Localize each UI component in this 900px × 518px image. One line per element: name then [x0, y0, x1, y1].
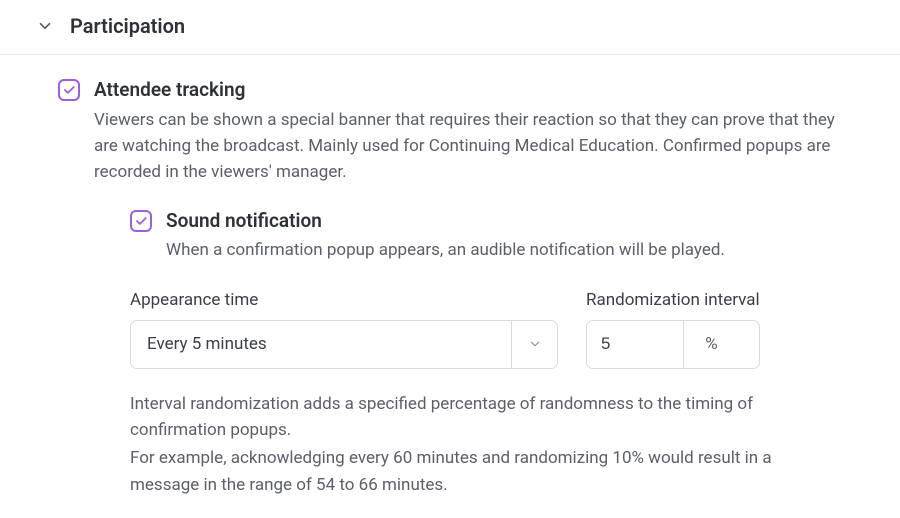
attendee-tracking-title: Attendee tracking: [94, 77, 852, 103]
sound-notification-checkbox[interactable]: [130, 210, 152, 232]
section-header[interactable]: Participation: [0, 0, 900, 55]
attendee-tracking-checkbox[interactable]: [58, 79, 80, 101]
check-icon: [62, 83, 76, 97]
footnote-line-1: Interval randomization adds a specified …: [130, 391, 790, 444]
check-icon: [134, 214, 148, 228]
sound-notification-option: Sound notification When a confirmation p…: [130, 208, 852, 264]
attendee-tracking-desc: Viewers can be shown a special banner th…: [94, 107, 852, 186]
footnote-line-2: For example, acknowledging every 60 minu…: [130, 445, 790, 498]
appearance-time-group: Appearance time Every 5 minutes: [130, 290, 558, 369]
sound-notification-title: Sound notification: [166, 208, 852, 234]
attendee-tracking-option: Attendee tracking Viewers can be shown a…: [58, 77, 852, 498]
appearance-time-label: Appearance time: [130, 290, 558, 310]
randomization-interval-field: %: [586, 320, 760, 369]
randomization-interval-label: Randomization interval: [586, 290, 760, 310]
chevron-down-icon: [511, 321, 557, 368]
appearance-time-select[interactable]: Every 5 minutes: [130, 320, 558, 369]
randomization-interval-input[interactable]: [587, 321, 683, 368]
sound-notification-desc: When a confirmation popup appears, an au…: [166, 237, 852, 263]
section-title: Participation: [70, 14, 185, 38]
appearance-time-value: Every 5 minutes: [131, 321, 511, 368]
randomization-footnote: Interval randomization adds a specified …: [130, 391, 790, 498]
randomization-interval-group: Randomization interval %: [586, 290, 760, 369]
randomization-interval-suffix: %: [683, 321, 739, 368]
chevron-down-icon: [36, 17, 54, 35]
